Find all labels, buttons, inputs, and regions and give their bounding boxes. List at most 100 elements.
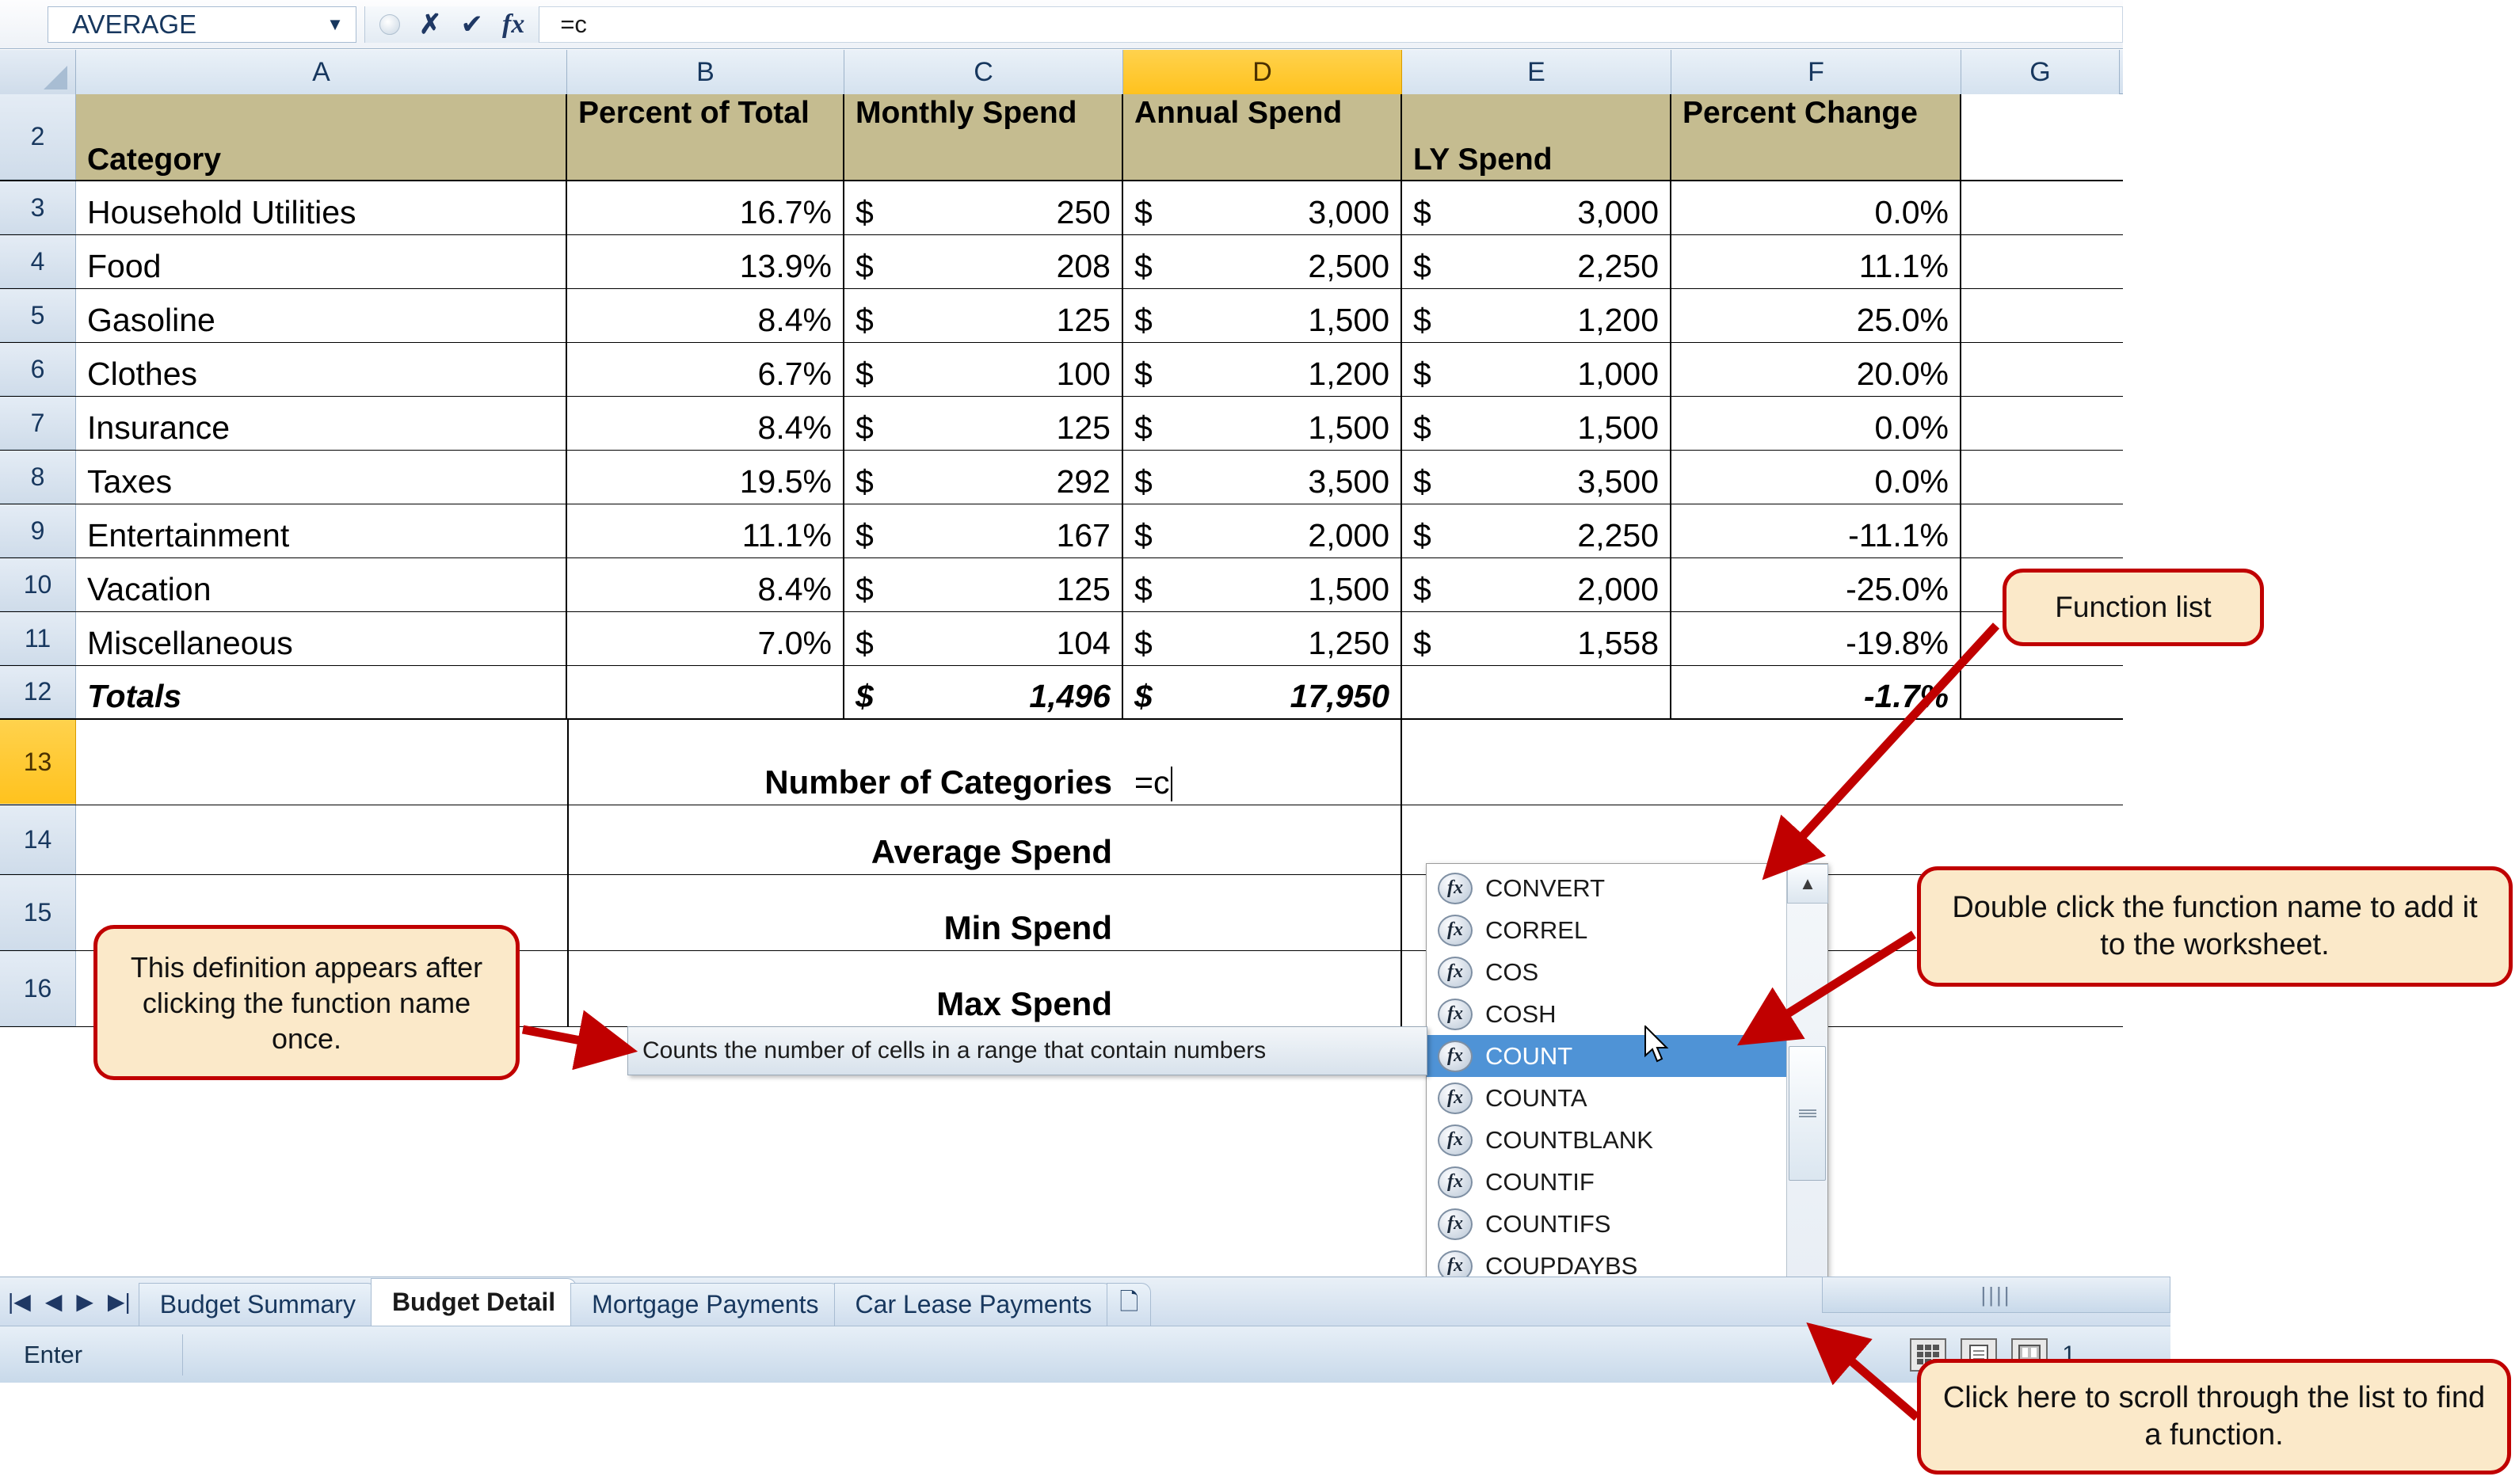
cell-b7[interactable]: 8.4% (567, 397, 844, 450)
cell-a8[interactable]: Taxes (76, 451, 567, 504)
cell-a5[interactable]: Gasoline (76, 289, 567, 342)
cell-a4[interactable]: Food (76, 235, 567, 288)
cell-a6[interactable]: Clothes (76, 343, 567, 396)
scroll-up-icon[interactable]: ▲ (1787, 864, 1828, 904)
enter-icon[interactable]: ✔ (461, 11, 484, 38)
cell-c13[interactable]: Number of Categories (764, 720, 1123, 805)
cell-c7[interactable]: $125 (844, 397, 1123, 450)
cell-c12[interactable]: $ 1,496 (844, 666, 1123, 718)
sheet-tab-mortgage-payments[interactable]: Mortgage Payments (570, 1283, 840, 1326)
cell-e8[interactable]: $3,500 (1402, 451, 1671, 504)
cancel-icon[interactable]: ✗ (419, 11, 442, 38)
cell-b14[interactable] (567, 805, 844, 874)
cell-c10[interactable]: $125 (844, 558, 1123, 611)
row-header-8[interactable]: 8 (0, 451, 76, 504)
row-header-13[interactable]: 13 (0, 720, 76, 805)
cell-f2[interactable]: Percent Change (1671, 94, 1961, 180)
cell-a11[interactable]: Miscellaneous (76, 612, 567, 665)
nav-next-icon[interactable]: ▶ (76, 1288, 93, 1315)
cell-d8[interactable]: $3,500 (1123, 451, 1402, 504)
cell-e6[interactable]: $1,000 (1402, 343, 1671, 396)
cell-e7[interactable]: $1,500 (1402, 397, 1671, 450)
cell-d6[interactable]: $1,200 (1123, 343, 1402, 396)
collapse-icon[interactable] (379, 13, 400, 35)
cell-b2[interactable]: Percent of Total (567, 94, 844, 180)
cell-f6[interactable]: 20.0% (1671, 343, 1961, 396)
row-header-14[interactable]: 14 (0, 805, 76, 874)
cell-c3[interactable]: $250 (844, 181, 1123, 234)
cell-g2[interactable] (1961, 94, 2120, 180)
cell-d14[interactable] (1123, 805, 1402, 874)
cell-e3[interactable]: $3,000 (1402, 181, 1671, 234)
cell-f12[interactable]: -1.7% (1671, 666, 1961, 718)
cell-a10[interactable]: Vacation (76, 558, 567, 611)
chevron-down-icon[interactable]: ▼ (314, 14, 356, 35)
row-header-16[interactable]: 16 (0, 951, 76, 1026)
cell-e11[interactable]: $1,558 (1402, 612, 1671, 665)
cell-g12[interactable] (1961, 666, 2120, 718)
cell-g6[interactable] (1961, 343, 2120, 396)
cell-f10[interactable]: -25.0% (1671, 558, 1961, 611)
column-header-a[interactable]: A (76, 50, 567, 94)
cell-g8[interactable] (1961, 451, 2120, 504)
function-list-item-countif[interactable]: fx COUNTIF (1427, 1161, 1786, 1203)
cell-a3[interactable]: Household Utilities (76, 181, 567, 234)
row-header-10[interactable]: 10 (0, 558, 76, 611)
cell-a2[interactable]: Category (76, 94, 567, 180)
cell-b4[interactable]: 13.9% (567, 235, 844, 288)
cell-b3[interactable]: 16.7% (567, 181, 844, 234)
cell-f3[interactable]: 0.0% (1671, 181, 1961, 234)
function-list-item-cos[interactable]: fx COS (1427, 951, 1786, 993)
cell-d10[interactable]: $1,500 (1123, 558, 1402, 611)
sheet-tab-car-lease-payments[interactable]: Car Lease Payments (833, 1283, 1114, 1326)
cell-d12[interactable]: $ 17,950 (1123, 666, 1402, 718)
row-header-4[interactable]: 4 (0, 235, 76, 288)
function-list-item-correl[interactable]: fx CORREL (1427, 909, 1786, 951)
cell-b11[interactable]: 7.0% (567, 612, 844, 665)
function-list-item-countblank[interactable]: fx COUNTBLANK (1427, 1119, 1786, 1161)
function-list-item-count[interactable]: fx COUNT (1427, 1035, 1786, 1077)
function-list-item-convert[interactable]: fx CONVERT (1427, 867, 1786, 909)
cell-b5[interactable]: 8.4% (567, 289, 844, 342)
column-header-e[interactable]: E (1402, 50, 1671, 94)
column-header-g[interactable]: G (1961, 50, 2120, 94)
cell-f9[interactable]: -11.1% (1671, 504, 1961, 557)
cell-d3[interactable]: $3,000 (1123, 181, 1402, 234)
cell-d11[interactable]: $1,250 (1123, 612, 1402, 665)
cell-d2[interactable]: Annual Spend (1123, 94, 1402, 180)
cell-c16[interactable]: Max Spend (844, 951, 1123, 1026)
cell-g5[interactable] (1961, 289, 2120, 342)
row-header-15[interactable]: 15 (0, 875, 76, 950)
horizontal-scrollbar[interactable]: |||| (1822, 1277, 2170, 1313)
cell-d13[interactable]: =c (1123, 720, 1402, 805)
sheet-tab-budget-summary[interactable]: Budget Summary (138, 1283, 377, 1326)
row-header-3[interactable]: 3 (0, 181, 76, 234)
nav-prev-icon[interactable]: ◀ (45, 1288, 63, 1315)
row-header-6[interactable]: 6 (0, 343, 76, 396)
cell-a13[interactable] (76, 720, 567, 805)
cell-c2[interactable]: Monthly Spend (844, 94, 1123, 180)
row-header-7[interactable]: 7 (0, 397, 76, 450)
cell-b15[interactable] (567, 875, 844, 950)
cell-b8[interactable]: 19.5% (567, 451, 844, 504)
cell-f7[interactable]: 0.0% (1671, 397, 1961, 450)
cell-b6[interactable]: 6.7% (567, 343, 844, 396)
cell-b9[interactable]: 11.1% (567, 504, 844, 557)
cell-g13[interactable] (1961, 720, 2120, 805)
cell-c6[interactable]: $100 (844, 343, 1123, 396)
cell-d15[interactable] (1123, 875, 1402, 950)
cell-f8[interactable]: 0.0% (1671, 451, 1961, 504)
name-box[interactable]: AVERAGE ▼ (48, 6, 356, 43)
cell-a14[interactable] (76, 805, 567, 874)
cell-c5[interactable]: $125 (844, 289, 1123, 342)
function-list-dropdown[interactable]: fx CONVERT fx CORREL fx COS fx COSH fx COUNT fx COU… (1426, 863, 1828, 1338)
new-sheet-icon[interactable]: 🗋 (1107, 1283, 1152, 1326)
formula-input[interactable]: =c (539, 6, 2123, 43)
cell-b16[interactable] (567, 951, 844, 1026)
cell-e4[interactable]: $2,250 (1402, 235, 1671, 288)
cell-c4[interactable]: $208 (844, 235, 1123, 288)
row-header-9[interactable]: 9 (0, 504, 76, 557)
cell-f5[interactable]: 25.0% (1671, 289, 1961, 342)
cell-g3[interactable] (1961, 181, 2120, 234)
cell-e5[interactable]: $1,200 (1402, 289, 1671, 342)
